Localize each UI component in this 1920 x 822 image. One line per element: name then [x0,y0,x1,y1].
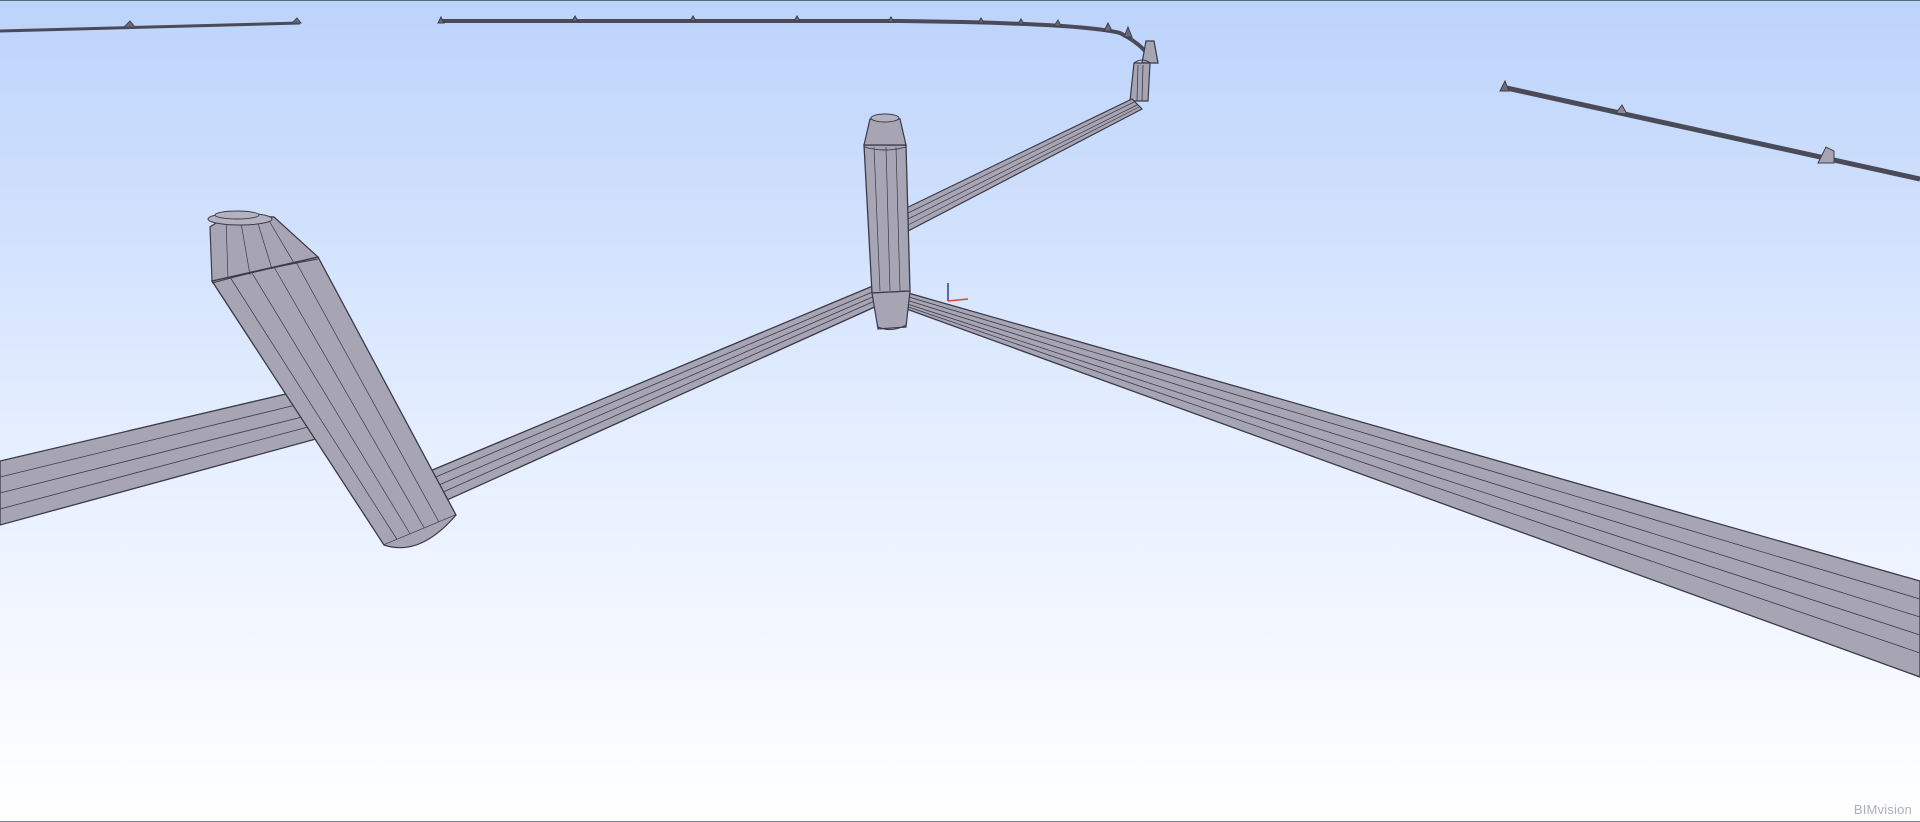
3d-scene[interactable] [0,1,1920,821]
bimvision-watermark: BIMvision [1853,802,1912,817]
3d-viewport[interactable]: BIMvision [0,0,1920,822]
